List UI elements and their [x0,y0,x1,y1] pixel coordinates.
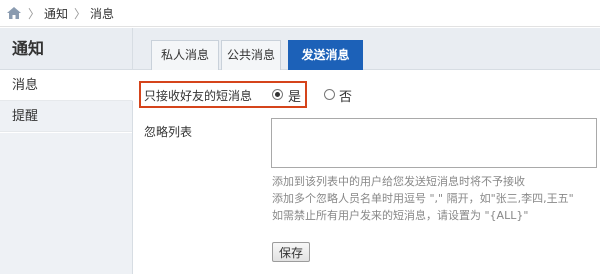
tab-bar: 私人消息 公共消息 发送消息 [133,28,600,70]
breadcrumb-separator: 〉 [74,6,87,21]
home-icon[interactable] [6,6,22,20]
sidebar-title: 通知 [0,28,132,70]
ignore-list-label: 忽略列表 [144,125,193,139]
sidebar-item-messages[interactable]: 消息 [0,70,133,101]
tab-private-messages[interactable]: 私人消息 [151,40,219,70]
radio-no[interactable] [324,89,335,100]
only-friends-label: 只接收好友的短消息 [144,89,253,103]
tab-public-messages[interactable]: 公共消息 [221,40,281,70]
tab-send-message[interactable]: 发送消息 [288,40,363,70]
ignore-list-input[interactable] [271,118,597,168]
sidebar-filler [0,133,132,274]
help-text-line: 添加多个忽略人员名单时用逗号 "," 隔开，如"张三,李四,王五" [272,192,574,205]
radio-yes-label[interactable]: 是 [288,86,301,105]
sidebar-item-reminders[interactable]: 提醒 [0,101,132,132]
save-button[interactable]: 保存 [272,242,310,262]
help-text-line: 添加到该列表中的用户给您发送短消息时将不予接收 [272,175,525,188]
breadcrumb: 〉 通知 〉 消息 [0,0,600,27]
radio-yes[interactable] [272,89,283,100]
breadcrumb-separator: 〉 [28,6,41,21]
sidebar: 通知 消息 提醒 [0,28,133,274]
breadcrumb-item-messages: 消息 [90,6,115,21]
help-text-line: 如需禁止所有用户发来的短消息，请设置为 "{ALL}" [272,209,529,222]
breadcrumb-item-notice[interactable]: 通知 [44,5,68,22]
radio-no-label[interactable]: 否 [339,86,352,105]
